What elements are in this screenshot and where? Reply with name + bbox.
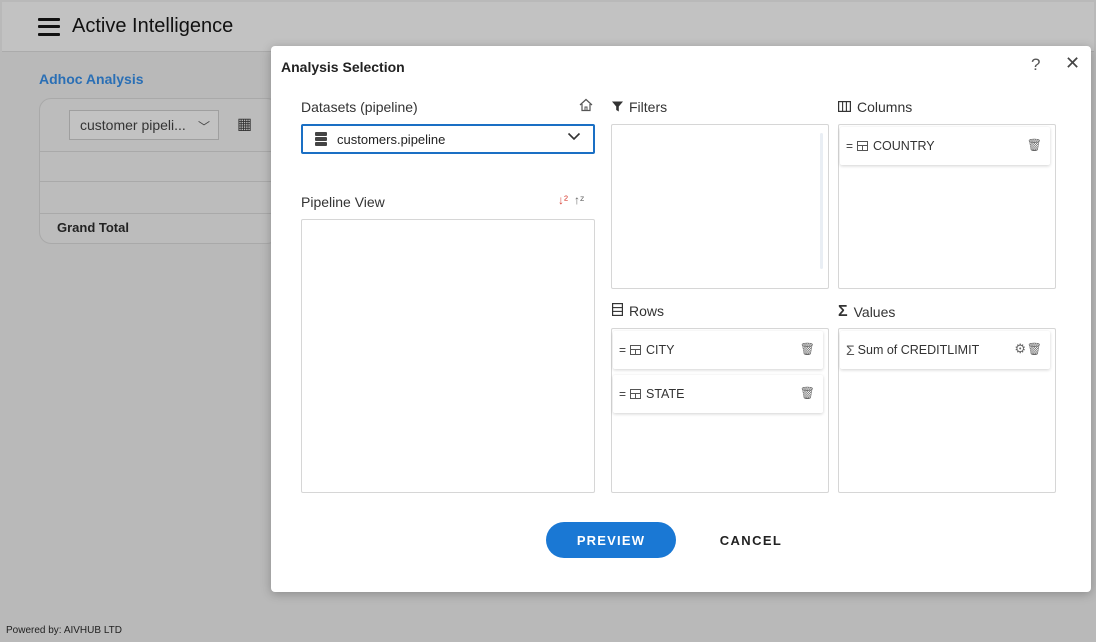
sort-controls: ↓² ↑ᶻ [558,193,584,207]
pipeline-view-label-text: Pipeline View [301,194,385,210]
grid-settings-icon[interactable]: ▦ [237,114,252,134]
row-field-label: STATE [646,387,685,401]
divider [40,181,278,182]
help-icon[interactable]: ? [1031,55,1040,75]
preview-button[interactable]: PREVIEW [546,522,676,558]
app-title: Active Intelligence [72,15,234,37]
column-field-country[interactable]: = COUNTRY 🗑 [840,127,1050,165]
analysis-selection-dialog: Analysis Selection ? ✕ Datasets (pipelin… [271,46,1091,592]
values-label-text: Values [853,304,896,320]
pivot-card: customer pipeli... ﹀ ▦ Grand Total [39,98,279,244]
cancel-button[interactable]: CANCEL [709,522,793,558]
sigma-icon: Σ [846,342,855,358]
filters-label: Filters [612,99,667,115]
table-icon [857,141,869,151]
row-field-city[interactable]: = CITY 🗑 [613,331,823,369]
chevron-down-icon: ﹀ [197,120,210,134]
adhoc-analysis-title[interactable]: Adhoc Analysis [39,71,144,87]
pipeline-view-panel[interactable] [301,219,595,493]
pipeline-view-label: Pipeline View [301,194,385,210]
filters-panel[interactable] [611,124,829,289]
background-dataset-select[interactable]: customer pipeli... ﹀ [69,110,219,140]
table-icon [630,389,642,399]
values-panel[interactable]: Σ Sum of CREDITLIMIT ⚙ 🗑 [838,328,1056,493]
value-field-creditlimit[interactable]: Σ Sum of CREDITLIMIT ⚙ 🗑 [840,331,1050,369]
app-header: Active Intelligence [2,2,1094,52]
row-field-label: CITY [646,343,675,357]
rows-label: Rows [612,303,664,319]
dataset-select-value: customers.pipeline [337,131,446,147]
sigma-icon: Σ [838,303,848,320]
home-icon[interactable] [579,98,593,116]
sort-desc-icon[interactable]: ↓² [558,193,568,207]
rows-label-text: Rows [629,303,665,319]
sort-asc-icon[interactable]: ↑ᶻ [574,193,584,207]
drag-handle-icon[interactable]: = [619,387,626,401]
filters-scrollbar[interactable] [820,133,823,269]
filter-icon [612,100,623,115]
filters-label-text: Filters [629,99,668,115]
trash-icon[interactable]: 🗑 [1027,342,1042,356]
datasets-label-text: Datasets (pipeline) [301,99,418,115]
gear-icon[interactable]: ⚙ [1014,341,1026,357]
table-icon [630,345,642,355]
database-icon [315,131,327,147]
divider [40,213,278,214]
chevron-down-icon [567,129,581,146]
values-label: Σ Values [838,303,895,321]
trash-icon[interactable]: 🗑 [800,386,815,400]
row-field-state[interactable]: = STATE 🗑 [613,375,823,413]
close-icon[interactable]: ✕ [1065,53,1080,74]
dialog-title: Analysis Selection [281,59,405,75]
hamburger-icon[interactable] [38,17,60,36]
rows-icon [612,303,624,319]
columns-icon [838,100,852,115]
datasets-label: Datasets (pipeline) [301,99,418,115]
grand-total-label: Grand Total [57,220,129,235]
footer-powered-by: Powered by: AIVHUB LTD [6,625,122,636]
value-field-label: Sum of CREDITLIMIT [857,343,980,357]
trash-icon[interactable]: 🗑 [1027,138,1042,152]
drag-handle-icon[interactable]: = [846,139,853,153]
columns-label-text: Columns [857,99,913,115]
rows-panel[interactable]: = CITY 🗑 = STATE 🗑 [611,328,829,493]
background-dataset-value: customer pipeli... [80,117,186,133]
drag-handle-icon[interactable]: = [619,343,626,357]
divider [40,151,278,152]
column-field-label: COUNTRY [873,139,935,153]
dataset-select[interactable]: customers.pipeline [301,124,595,154]
columns-label: Columns [838,99,912,115]
columns-panel[interactable]: = COUNTRY 🗑 [838,124,1056,289]
trash-icon[interactable]: 🗑 [800,342,815,356]
